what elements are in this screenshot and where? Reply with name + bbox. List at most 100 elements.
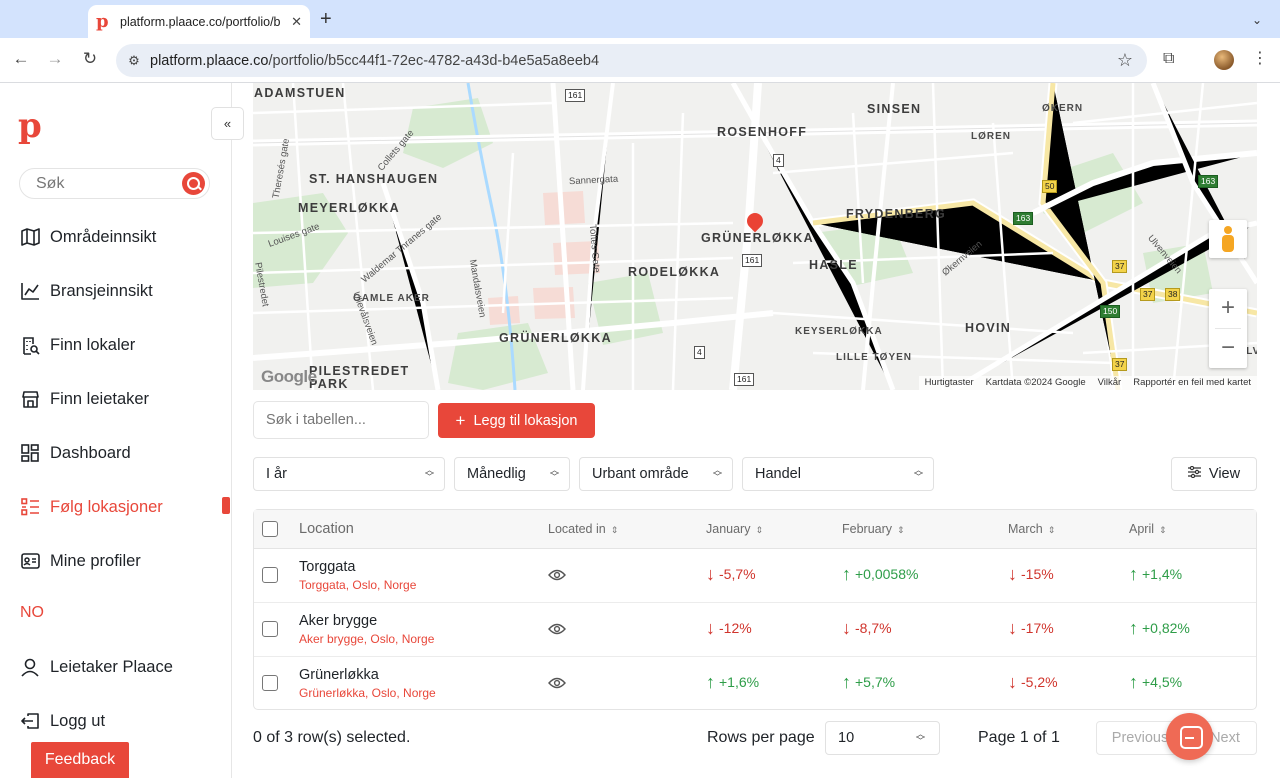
logout-link[interactable]: Logg ut (20, 711, 105, 731)
table-row[interactable]: Aker brygge Aker brygge, Oslo, Norge ↓ -1… (254, 603, 1256, 657)
select-all-checkbox[interactable] (262, 521, 278, 537)
add-location-label: Legg til lokasjon (473, 412, 578, 429)
report-error-link[interactable]: Rapportér en feil med kartet (1133, 376, 1251, 390)
arrow-up-icon: ↑ (842, 564, 851, 584)
category-select[interactable]: Handel ︿ ﹀ (742, 457, 934, 491)
column-header-located-in[interactable]: Located in ⇕ (548, 510, 618, 549)
keyboard-shortcuts-link[interactable]: Hurtigtaster (925, 376, 974, 390)
view-label: View (1208, 466, 1241, 482)
address-bar[interactable]: ⚙ platform.plaace.co/portfolio/b5cc44f1-… (116, 44, 1147, 77)
feedback-button[interactable]: Feedback (31, 742, 129, 778)
nav-mine-profiler[interactable]: Mine profiler (20, 551, 141, 571)
route-shield: 163 (1198, 175, 1219, 188)
table-row[interactable]: Grünerløkka Grünerløkka, Oslo, Norge ↑ +1… (254, 657, 1256, 711)
browser-tab[interactable]: p platform.plaace.co/portfolio/b ✕ (88, 5, 310, 38)
eye-icon[interactable] (548, 676, 566, 694)
extensions-icon[interactable]: ⧉ (1163, 50, 1174, 68)
map-area-label: ADAMSTUEN (254, 86, 346, 100)
view-options-button[interactable]: View (1171, 457, 1257, 491)
period-select[interactable]: I år ︿ ﹀ (253, 457, 445, 491)
back-icon[interactable]: ← (9, 49, 33, 69)
nav-folg-lokasjoner[interactable]: Følg lokasjoner (20, 497, 163, 517)
value-april: ↑ +4,5% (1129, 672, 1183, 692)
area-type-select[interactable]: Urbant område ︿ ﹀ (579, 457, 733, 491)
street-view-pegman-icon[interactable] (1209, 220, 1247, 258)
value-january: ↑ +1,6% (706, 672, 760, 692)
route-shield: 37 (1112, 260, 1128, 273)
arrow-down-icon: ↓ (706, 564, 715, 584)
row-checkbox[interactable] (262, 675, 278, 691)
eye-icon[interactable] (548, 622, 566, 640)
location-name: Torggata (299, 559, 356, 575)
map[interactable]: ADAMSTUEN ST. HANSHAUGEN MEYERLØKKA GAML… (253, 83, 1257, 390)
map-area-label: PILESTREDET PARK (309, 364, 410, 391)
google-logo[interactable]: Google (261, 367, 317, 387)
eye-icon[interactable] (548, 568, 566, 586)
sort-icon: ⇕ (897, 525, 905, 535)
chevron-up-down-icon: ︿ ﹀ (424, 465, 434, 482)
language-switch[interactable]: NO (20, 604, 44, 622)
column-header-march[interactable]: March ⇕ (1008, 510, 1055, 549)
column-header-january[interactable]: January ⇕ (706, 510, 763, 549)
profile-avatar[interactable] (1214, 50, 1234, 70)
row-checkbox[interactable] (262, 567, 278, 583)
nav-finn-lokaler[interactable]: Finn lokaler (20, 335, 135, 355)
browser-menu-icon[interactable]: ⋮ (1252, 48, 1268, 68)
interval-select[interactable]: Månedlig ︿ ﹀ (454, 457, 570, 491)
tab-search-icon[interactable]: ⌄ (1246, 9, 1268, 31)
map-area-label: KEYSERLØKKA (795, 326, 883, 337)
building-search-icon (20, 335, 40, 355)
nav-bransjeinnsikt[interactable]: Bransjeinnsikt (20, 281, 153, 301)
route-shield: 4 (773, 154, 784, 167)
chevron-up-down-icon: ︿ ﹀ (913, 465, 923, 482)
map-data-text: Kartdata ©2024 Google (985, 377, 1086, 388)
logout-icon (20, 711, 40, 731)
plaace-logo[interactable]: p (18, 109, 42, 143)
chat-widget-button[interactable] (1166, 713, 1213, 760)
nav-omradeinnsikt[interactable]: Områdeinnsikt (20, 227, 156, 247)
forward-icon[interactable]: → (43, 49, 67, 69)
arrow-down-icon: ↓ (1008, 564, 1017, 584)
sidebar-search-input[interactable] (36, 174, 176, 193)
location-name: Aker brygge (299, 613, 378, 629)
user-icon (20, 657, 40, 677)
select-value: Månedlig (467, 466, 526, 482)
dashboard-grid-icon (20, 443, 40, 463)
close-tab-icon[interactable]: ✕ (291, 14, 302, 30)
sidebar: p Områdeinnsikt Bransjeinnsikt Finn loka… (0, 83, 232, 778)
map-area-label: MEYERLØKKA (298, 201, 400, 215)
terms-link[interactable]: Vilkår (1098, 376, 1122, 390)
tab-title: platform.plaace.co/portfolio/b (120, 14, 280, 29)
selected-rows-count: 0 of 3 row(s) selected. (253, 729, 411, 746)
nav-dashboard[interactable]: Dashboard (20, 443, 131, 463)
collapse-sidebar-button[interactable]: « (211, 107, 244, 140)
table-search-input[interactable] (253, 401, 429, 439)
add-location-button[interactable]: + Legg til lokasjon (438, 403, 595, 438)
zoom-out-button[interactable]: − (1209, 329, 1247, 368)
bookmark-star-icon[interactable]: ☆ (1117, 50, 1133, 71)
zoom-in-button[interactable]: + (1209, 289, 1247, 328)
nav-finn-leietaker[interactable]: Finn leietaker (20, 389, 149, 409)
map-area-label: ST. HANSHAUGEN (309, 172, 439, 186)
new-tab-icon[interactable]: + (320, 8, 332, 31)
reload-icon[interactable]: ↻ (78, 49, 102, 69)
chevron-up-down-icon: ︿ ﹀ (549, 465, 559, 482)
search-icon[interactable] (182, 172, 205, 195)
user-profile-link[interactable]: Leietaker Plaace (20, 657, 173, 677)
value-february: ↑ +5,7% (842, 672, 896, 692)
column-header-april[interactable]: April ⇕ (1129, 510, 1167, 549)
nav-label: Finn leietaker (50, 389, 150, 408)
list-icon (20, 497, 40, 517)
sort-icon: ⇕ (1159, 525, 1167, 535)
site-settings-icon[interactable]: ⚙ (124, 53, 144, 69)
row-checkbox[interactable] (262, 621, 278, 637)
value-january: ↓ -5,7% (706, 564, 756, 584)
column-header-location[interactable]: Location (299, 510, 354, 549)
browser-tab-bar: p platform.plaace.co/portfolio/b ✕ + ⌄ (0, 0, 1280, 38)
map-area-label: HOVIN (965, 321, 1012, 335)
arrow-up-icon: ↑ (706, 672, 715, 692)
column-header-february[interactable]: February ⇕ (842, 510, 905, 549)
user-label: Leietaker Plaace (50, 657, 173, 676)
table-row[interactable]: Torggata Torggata, Oslo, Norge ↓ -5,7% ↑ +… (254, 549, 1256, 603)
rows-per-page-select[interactable]: 10 ︿ ﹀ (825, 721, 940, 755)
